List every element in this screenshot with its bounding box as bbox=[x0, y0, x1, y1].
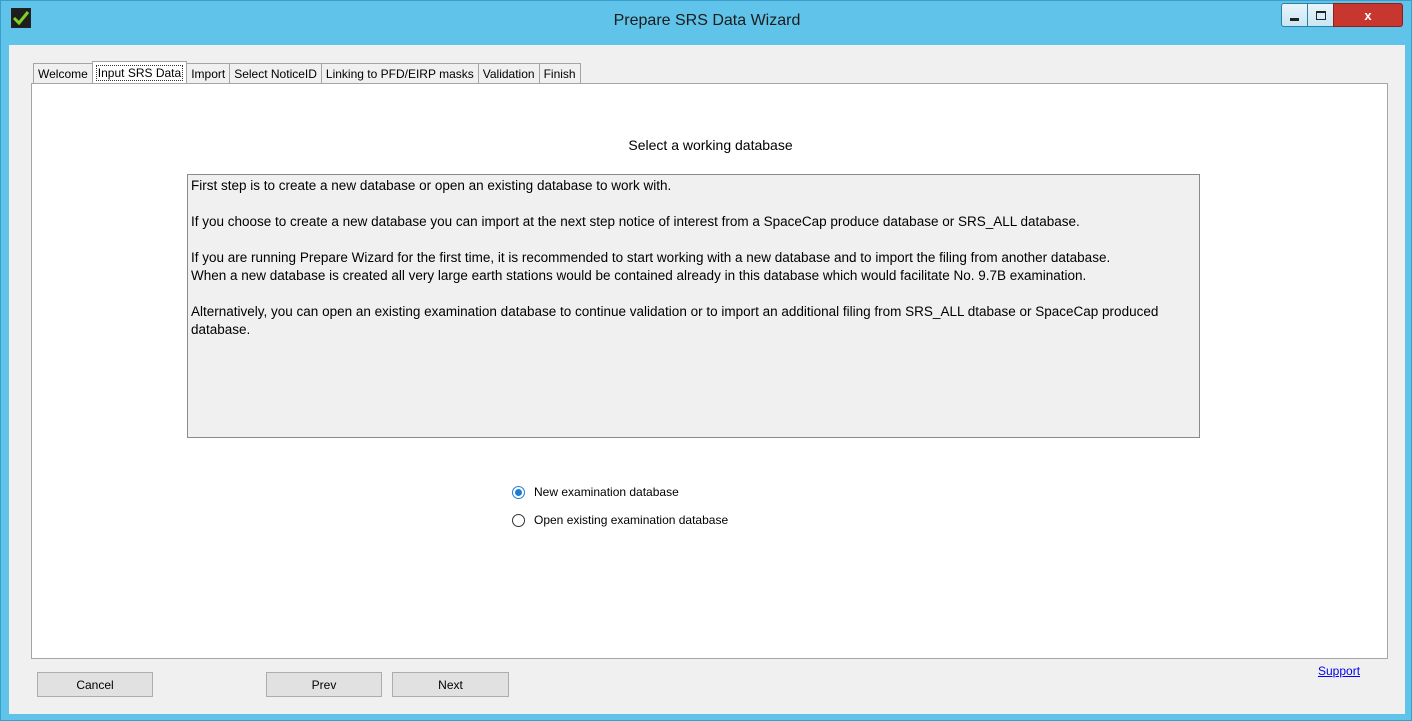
close-icon: x bbox=[1364, 7, 1372, 23]
title-bar[interactable]: Prepare SRS Data Wizard x bbox=[1, 1, 1412, 45]
info-paragraph: When a new database is created all very … bbox=[191, 268, 1087, 283]
close-button[interactable]: x bbox=[1333, 3, 1403, 27]
maximize-button[interactable] bbox=[1307, 3, 1334, 27]
support-link[interactable]: Support bbox=[1318, 664, 1360, 678]
prev-button[interactable]: Prev bbox=[266, 672, 382, 697]
minimize-button[interactable] bbox=[1281, 3, 1308, 27]
option-open-existing-label[interactable]: Open existing examination database bbox=[534, 513, 728, 527]
tab-select-noticeid[interactable]: Select NoticeID bbox=[229, 63, 322, 83]
minimize-icon bbox=[1290, 17, 1299, 21]
page-heading: Select a working database bbox=[628, 137, 793, 153]
tab-panel-input-srs-data: Select a working database First step is … bbox=[31, 83, 1388, 659]
wizard-client-area: Welcome Input SRS Data Import Select Not… bbox=[9, 45, 1405, 714]
option-open-existing-database[interactable]: Open existing examination database bbox=[512, 513, 728, 527]
tab-input-srs-data-label: Input SRS Data bbox=[95, 64, 184, 81]
info-paragraph: Alternatively, you can open an existing … bbox=[191, 304, 1159, 337]
wizard-window: Prepare SRS Data Wizard x Welcome Input … bbox=[0, 0, 1412, 721]
info-paragraph: If you choose to create a new database y… bbox=[191, 214, 1080, 229]
tab-import[interactable]: Import bbox=[186, 63, 231, 83]
tab-finish[interactable]: Finish bbox=[538, 63, 581, 83]
option-new-database[interactable]: New examination database bbox=[512, 485, 679, 499]
tab-linking-pfd-eirp[interactable]: Linking to PFD/EIRP masks bbox=[320, 63, 479, 83]
radio-new-database[interactable] bbox=[512, 485, 525, 499]
tab-welcome[interactable]: Welcome bbox=[33, 63, 93, 83]
tab-input-srs-data[interactable]: Input SRS Data bbox=[91, 61, 188, 83]
option-new-database-label[interactable]: New examination database bbox=[534, 485, 679, 499]
tab-validation[interactable]: Validation bbox=[477, 63, 540, 83]
tab-strip: Welcome Input SRS Data Import Select Not… bbox=[33, 61, 581, 83]
next-button[interactable]: Next bbox=[392, 672, 509, 697]
cancel-button[interactable]: Cancel bbox=[37, 672, 153, 697]
window-title: Prepare SRS Data Wizard bbox=[613, 12, 801, 29]
info-text-box: First step is to create a new database o… bbox=[187, 174, 1200, 438]
info-paragraph: If you are running Prepare Wizard for th… bbox=[191, 250, 1111, 265]
maximize-icon bbox=[1315, 10, 1326, 20]
info-paragraph: First step is to create a new database o… bbox=[191, 178, 672, 193]
radio-open-existing-database[interactable] bbox=[512, 513, 525, 527]
